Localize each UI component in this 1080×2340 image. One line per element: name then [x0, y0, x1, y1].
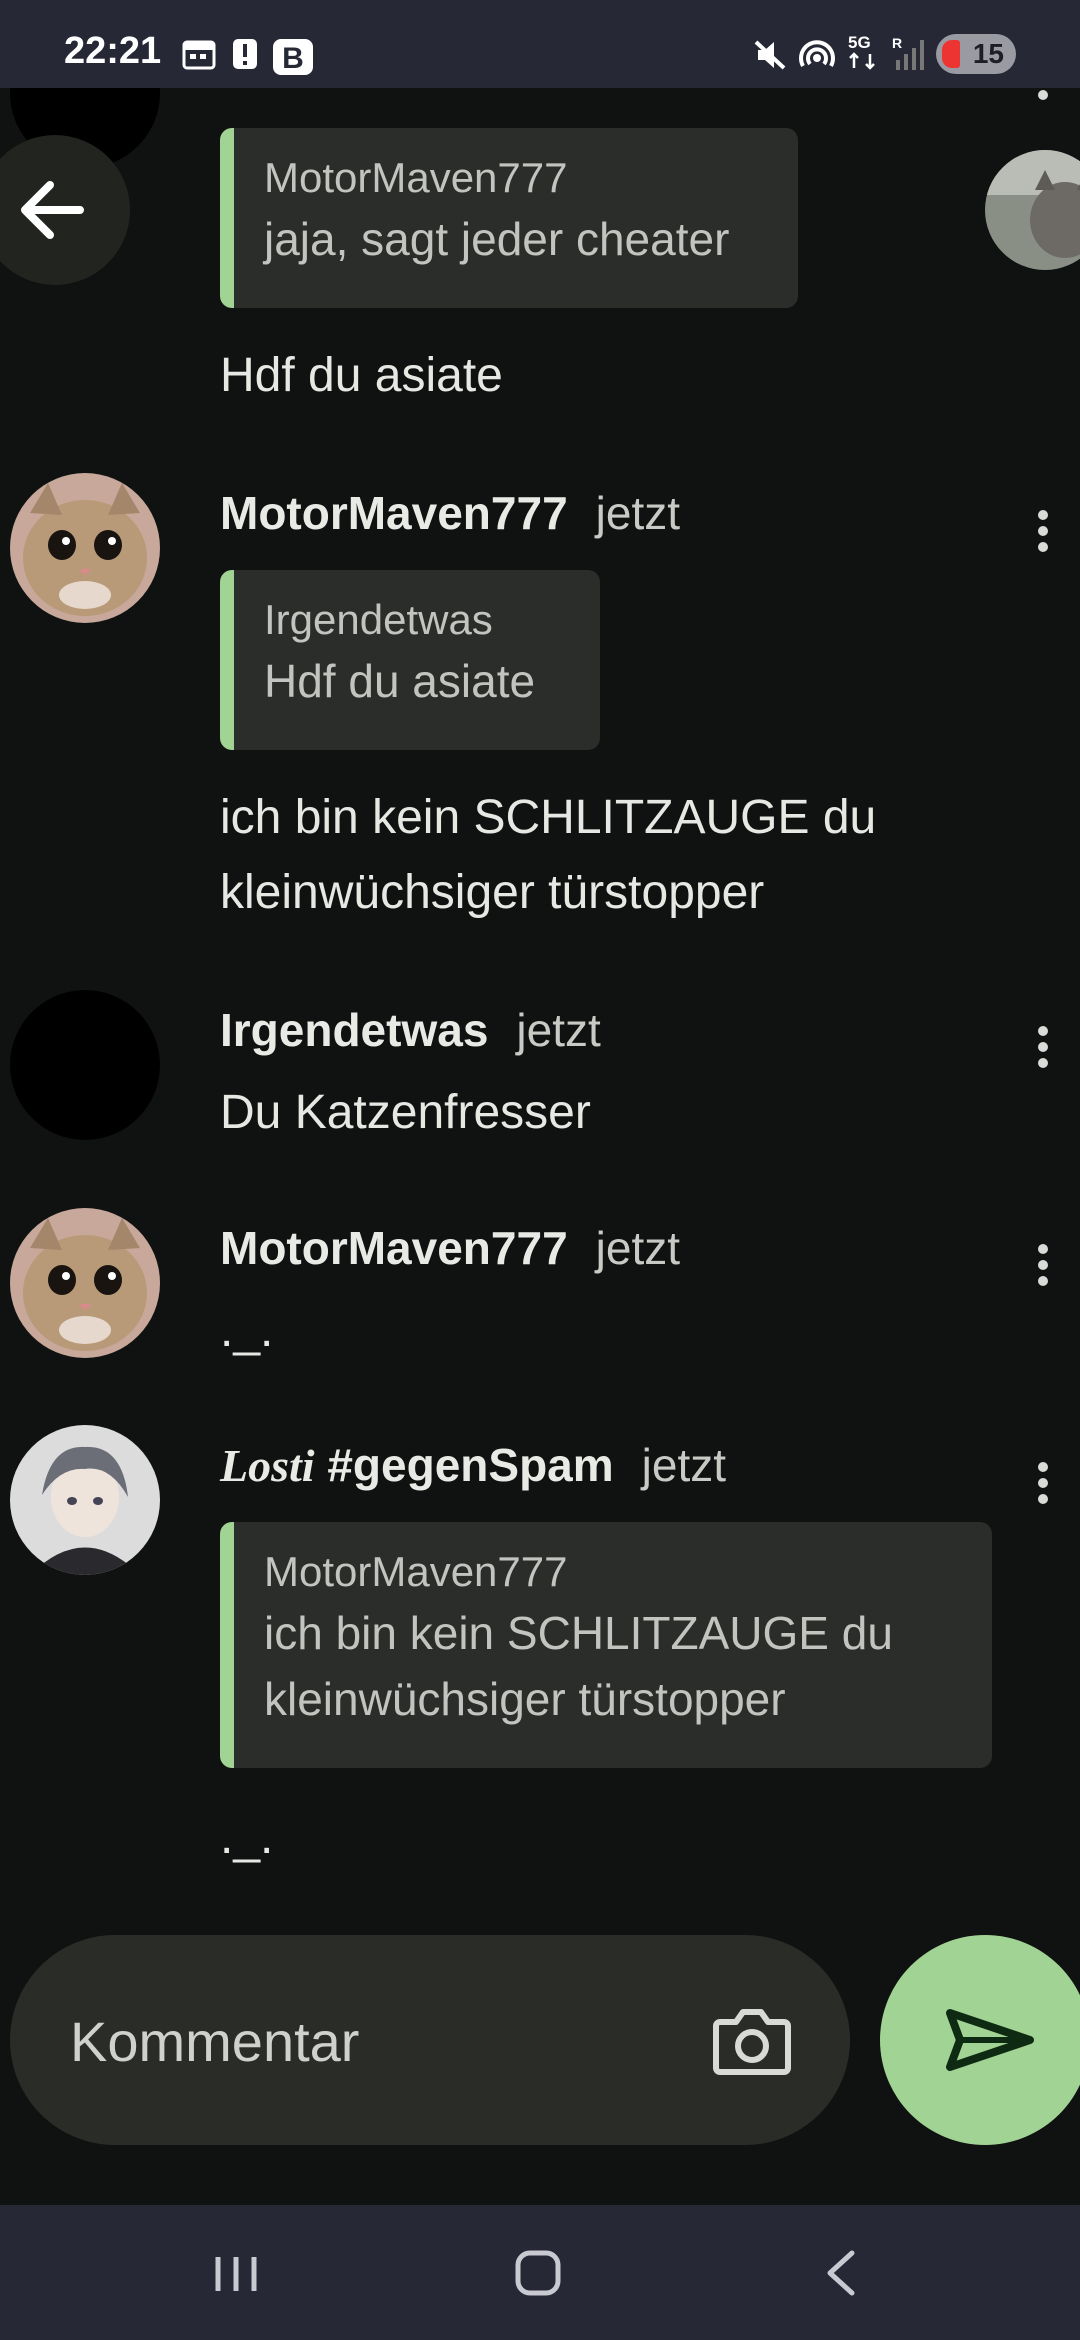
svg-text:R: R: [892, 35, 902, 51]
comment-header: Losti #gegenSpam jetzt: [220, 1438, 726, 1492]
comment-header: MotorMaven777 jetzt: [220, 486, 680, 540]
comment-author-tag[interactable]: #gegenSpam: [327, 1439, 613, 1491]
battery-level: 15: [972, 38, 1004, 69]
system-nav-bar: [0, 2205, 1080, 2340]
svg-text:B: B: [282, 42, 304, 75]
camera-icon[interactable]: [710, 1998, 794, 2082]
back-nav-icon[interactable]: [810, 2241, 874, 2305]
quote-author: MotorMaven777: [264, 154, 568, 201]
comment-text: ich bin kein SCHLITZAUGE du kleinwüchsig…: [220, 780, 876, 930]
comments-feed[interactable]: MotorMaven777 jaja, sagt jeder cheater H…: [0, 88, 1080, 1918]
quote-text-line: kleinwüchsiger türstopper: [264, 1673, 786, 1725]
avatar-black[interactable]: [10, 990, 160, 1140]
quote-text-line: ich bin kein SCHLITZAUGE du: [264, 1607, 893, 1659]
comment-header: Irgendetwas jetzt: [220, 1003, 601, 1057]
comment-time: jetzt: [516, 1004, 601, 1056]
alert-icon: [233, 39, 257, 69]
mute-icon: [754, 40, 786, 70]
comment-time: jetzt: [641, 1439, 727, 1491]
comment-author[interactable]: MotorMaven777: [220, 1222, 568, 1274]
comment-text: ._.: [220, 1811, 274, 1864]
comment-author[interactable]: MotorMaven777: [220, 487, 568, 539]
comment-text: ._.: [220, 1304, 274, 1357]
quote-text: Hdf du asiate: [264, 655, 536, 707]
svg-text:5G: 5G: [848, 33, 871, 52]
avatar-anime[interactable]: [10, 1425, 160, 1575]
comment-author[interactable]: Irgendetwas: [220, 1004, 488, 1056]
comment-text: Du Katzenfresser: [220, 1086, 591, 1139]
comment-header: MotorMaven777 jetzt: [220, 1221, 680, 1275]
more-options-icon[interactable]: [1036, 88, 1050, 106]
avatar-cat[interactable]: [10, 1208, 160, 1358]
comment-text-line: ich bin kein SCHLITZAUGE du: [220, 791, 877, 844]
more-options-icon[interactable]: [1036, 504, 1050, 558]
comment-author-styled[interactable]: Losti: [220, 1440, 315, 1491]
quote-author: MotorMaven777: [264, 1548, 568, 1595]
send-icon: [946, 2009, 1034, 2071]
quoted-reply: MotorMaven777 jaja, sagt jeder cheater: [220, 128, 798, 308]
avatar-cat[interactable]: [10, 473, 160, 623]
signal-icon: R: [892, 35, 924, 70]
calendar-icon: [182, 40, 216, 70]
status-bar: 22:21 B 5G R 15: [0, 0, 1080, 88]
status-time: 22:21: [64, 30, 162, 72]
recent-apps-icon[interactable]: [204, 2241, 268, 2305]
network-5g-icon: 5G: [848, 33, 875, 70]
quoted-reply: MotorMaven777 ich bin kein SCHLITZAUGE d…: [220, 1522, 992, 1768]
comment-text-line: kleinwüchsiger türstopper: [220, 866, 765, 919]
comment-time: jetzt: [595, 1222, 681, 1274]
more-options-icon[interactable]: [1036, 1020, 1050, 1074]
arrow-left-icon: [21, 181, 84, 239]
battery-indicator: 15: [936, 34, 1016, 74]
comment-text: Hdf du asiate: [220, 349, 503, 402]
hotspot-icon: [799, 40, 835, 67]
more-options-icon[interactable]: [1036, 1238, 1050, 1292]
quote-text: jaja, sagt jeder cheater: [264, 213, 730, 265]
home-icon[interactable]: [506, 2241, 570, 2305]
comment-composer: [10, 1935, 850, 2145]
quote-author: Irgendetwas: [264, 596, 493, 643]
quoted-reply: Irgendetwas Hdf du asiate: [220, 570, 600, 750]
back-button[interactable]: [0, 135, 130, 285]
more-options-icon[interactable]: [1036, 1456, 1050, 1510]
send-button[interactable]: [880, 1935, 1080, 2145]
b-app-icon: B: [273, 39, 313, 75]
comment-input[interactable]: [68, 1990, 672, 2092]
comment-time: jetzt: [595, 487, 681, 539]
